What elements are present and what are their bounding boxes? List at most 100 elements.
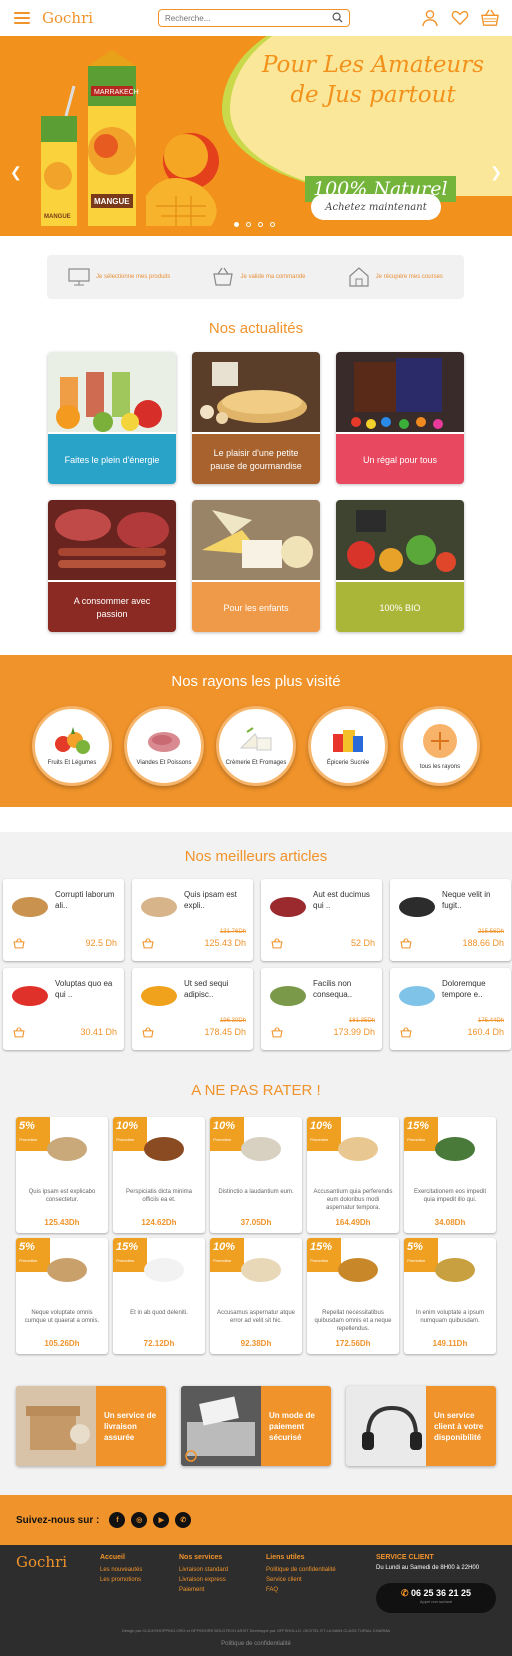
news-card-bio[interactable]: 100% BIO	[336, 500, 464, 632]
deal-card[interactable]: 5% Promotion Quis ipsam est explicabo cons…	[16, 1117, 108, 1233]
footer-link[interactable]: Politique de confidentialité	[266, 1565, 336, 1575]
product-name[interactable]: Corrupti laborum ali..	[55, 889, 121, 911]
privacy-link[interactable]: Politique de confidentialité	[0, 1641, 512, 1647]
facebook-icon[interactable]: f	[109, 1512, 126, 1528]
footer-heading[interactable]: Accueil	[100, 1554, 142, 1561]
product-name[interactable]: Voluptas quo ea qui ..	[55, 978, 121, 1000]
add-to-basket-icon[interactable]	[13, 1027, 25, 1038]
service-delivery[interactable]: Un service de livraison assurée	[16, 1386, 166, 1466]
product-card[interactable]: Ut sed sequi adipisc.. 196.30Dh 178.45 Dh	[132, 968, 253, 1050]
slide-dot-1[interactable]	[234, 222, 239, 227]
meat-photo	[48, 500, 176, 580]
deal-product-image	[338, 1258, 378, 1282]
product-card[interactable]: Quis ipsam est expli.. 131.76Dh 125.43 Dh	[132, 879, 253, 961]
next-slide-arrow-icon[interactable]: ❯	[490, 164, 502, 181]
add-to-basket-icon[interactable]	[142, 938, 154, 949]
add-to-basket-icon[interactable]	[13, 938, 25, 949]
deal-card[interactable]: 5% Promotion In enim voluptate a ipsum num…	[404, 1238, 496, 1354]
product-name[interactable]: Ut sed sequi adipisc..	[184, 978, 250, 1000]
search-input[interactable]	[165, 13, 332, 23]
deal-card[interactable]: 10% Promotion Accusantium quia perferendis…	[307, 1117, 399, 1233]
discount-percent: 10%	[310, 1120, 333, 1132]
slide-dot-4[interactable]	[270, 222, 275, 227]
footer-link[interactable]: Les nouveautés	[100, 1565, 142, 1575]
product-card[interactable]: Facilis non consequa.. 181.35Dh 173.99 Dh	[261, 968, 382, 1050]
deal-card[interactable]: 10% Promotion Accusamus aspernatur atque e…	[210, 1238, 302, 1354]
footer-link[interactable]: Les promotions	[100, 1575, 142, 1585]
deal-card[interactable]: 15% Promotion Et in ab quod deleniti. 72.12…	[113, 1238, 205, 1354]
heart-icon[interactable]	[450, 8, 470, 28]
add-to-basket-icon[interactable]	[271, 1027, 283, 1038]
add-to-basket-icon[interactable]	[400, 938, 412, 949]
product-old-price: 196.30Dh	[219, 1018, 246, 1024]
rayon-viandes-poissons[interactable]: Viandes Et Poissons	[124, 706, 204, 786]
phone-button[interactable]: ✆ 06 25 36 21 25 Appel non surtaxé	[376, 1583, 496, 1613]
deals-title: A NE PAS RATER !	[191, 1082, 321, 1099]
product-name[interactable]: Quis ipsam est expli..	[184, 889, 250, 911]
promotion-label: Promotion	[310, 1258, 329, 1263]
product-card[interactable]: Neque velit in fugit.. 215.56Dh 188.66 Dh	[390, 879, 511, 961]
news-card-gourmandise[interactable]: Le plaisir d'une petite pause de gourman…	[192, 352, 320, 484]
computer-icon	[68, 268, 90, 286]
service-client[interactable]: Un service client à votre disponibilité	[346, 1386, 496, 1466]
instagram-icon[interactable]: ◎	[131, 1512, 148, 1528]
cheese-icon	[239, 727, 272, 751]
add-to-basket-icon[interactable]	[271, 938, 283, 949]
slide-dot-2[interactable]	[246, 222, 251, 227]
promotion-label: Promotion	[310, 1137, 329, 1142]
add-to-basket-icon[interactable]	[142, 1027, 154, 1038]
rayon-label: Crèmerie Et Fromages	[225, 760, 287, 766]
service-label: Un service client à votre disponibilité	[434, 1410, 484, 1442]
juice-product-image: MARRAKECH MANGUE MANGUE	[41, 50, 219, 226]
deal-description: Distinctio a laudantium eum.	[218, 1189, 294, 1195]
product-card[interactable]: Corrupti laborum ali.. 92.5 Dh	[3, 879, 124, 961]
footer-link[interactable]: FAQ	[266, 1585, 336, 1595]
deal-card[interactable]: 10% Promotion Perspiciatis dicta minima of…	[113, 1117, 205, 1233]
deal-product-image	[435, 1137, 475, 1161]
prev-slide-arrow-icon[interactable]: ❮	[10, 164, 22, 181]
slide-dot-3[interactable]	[258, 222, 263, 227]
footer-link[interactable]: Service client	[266, 1575, 336, 1585]
product-card[interactable]: Voluptas quo ea qui .. 30.41 Dh	[3, 968, 124, 1050]
logo[interactable]: Gochri	[42, 9, 93, 27]
product-card[interactable]: Aut est ducimus qui .. 52 Dh	[261, 879, 382, 961]
rayon-all[interactable]: tous les rayons	[400, 706, 480, 786]
product-name[interactable]: Neque velit in fugit..	[442, 889, 508, 911]
basket-icon[interactable]	[480, 8, 500, 28]
deal-card[interactable]: 15% Promotion Exercitationem eos impedit q…	[404, 1117, 496, 1233]
news-card-energy[interactable]: Faites le plein d'énergie	[48, 352, 176, 484]
search-icon[interactable]	[332, 12, 343, 25]
product-name[interactable]: Aut est ducimus qui ..	[313, 889, 379, 911]
product-price: 188.66 Dh	[462, 938, 504, 948]
add-to-basket-icon[interactable]	[400, 1027, 412, 1038]
youtube-icon[interactable]: ▶	[153, 1512, 170, 1528]
product-image	[270, 986, 306, 1006]
deal-card[interactable]: 15% Promotion Repellat necessitatibus quib…	[307, 1238, 399, 1354]
shop-now-button[interactable]: Achetez maintenant	[311, 194, 441, 220]
rayon-epicerie-sucree[interactable]: Épicerie Sucrée	[308, 706, 388, 786]
news-card-regal[interactable]: Un régal pour tous	[336, 352, 464, 484]
footer-logo[interactable]: Gochri	[16, 1553, 67, 1571]
whatsapp-icon[interactable]: ✆	[175, 1512, 192, 1528]
menu-icon[interactable]	[14, 12, 30, 24]
news-card-enfants[interactable]: Pour les enfants	[192, 500, 320, 632]
product-name[interactable]: Facilis non consequa..	[313, 978, 379, 1000]
rayon-cremerie-fromages[interactable]: Crèmerie Et Fromages	[216, 706, 296, 786]
news-card-passion[interactable]: A consommer avec passion	[48, 500, 176, 632]
promotion-label: Promotion	[213, 1258, 232, 1263]
user-icon[interactable]	[420, 8, 440, 28]
fruits-icon	[55, 727, 90, 754]
deal-description: Accusantium quia perferendis eum dolorib…	[313, 1189, 393, 1211]
rayon-fruits-legumes[interactable]: Fruits Et Légumes	[32, 706, 112, 786]
service-payment[interactable]: Un mode de paiement sécurisé	[181, 1386, 331, 1466]
product-card[interactable]: Doloremque tempore e.. 175.44Dh 160.4 Dh	[390, 968, 511, 1050]
discount-percent: 10%	[116, 1120, 139, 1132]
deal-card[interactable]: 10% Promotion Distinctio a laudantium eum.…	[210, 1117, 302, 1233]
footer-link[interactable]: Paiement	[179, 1585, 228, 1595]
copyright: Design par CLICKSHOPPING.ORG et OFFSHORE…	[121, 1628, 391, 1633]
deal-card[interactable]: 5% Promotion Neque voluptate omnis cumque …	[16, 1238, 108, 1354]
footer-link[interactable]: Livraison standard	[179, 1565, 228, 1575]
footer-link[interactable]: Livraison express	[179, 1575, 228, 1585]
promotion-label: Promotion	[19, 1137, 38, 1142]
product-name[interactable]: Doloremque tempore e..	[442, 978, 508, 1000]
